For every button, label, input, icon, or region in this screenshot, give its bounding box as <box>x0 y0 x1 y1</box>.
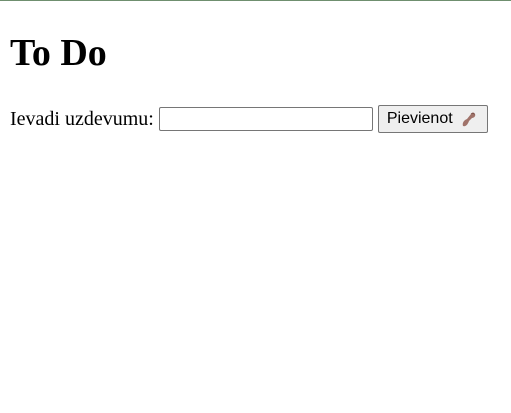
pinching-hand-icon <box>459 109 479 129</box>
add-task-form: Ievadi uzdevumu: Pievienot <box>10 105 505 133</box>
add-button-label: Pievienot <box>386 110 453 127</box>
todo-page: To Do Ievadi uzdevumu: Pievienot <box>10 0 505 133</box>
page-title: To Do <box>10 32 107 74</box>
task-input[interactable] <box>158 107 373 131</box>
task-label: Ievadi uzdevumu: <box>10 107 154 130</box>
add-task-button[interactable]: Pievienot <box>377 105 488 133</box>
